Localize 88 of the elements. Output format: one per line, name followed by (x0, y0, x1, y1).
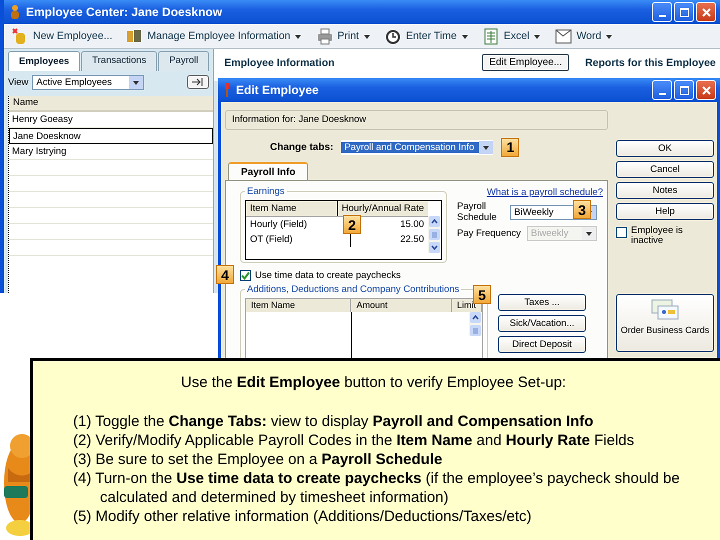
minimize-icon (658, 93, 666, 95)
checkbox-label: Use time data to create paychecks (255, 270, 401, 280)
step-marker: 4 (216, 265, 234, 284)
tab[interactable]: Payroll Info (228, 162, 308, 180)
dropdown-arrow-icon (585, 230, 593, 237)
dropdown-arrow-icon (132, 78, 140, 86)
section-title: Employee Information (224, 57, 336, 69)
edit-employee-button[interactable]: Edit Employee... (482, 54, 570, 71)
close-button[interactable] (696, 80, 716, 100)
check-icon (241, 270, 250, 280)
list-row[interactable]: Jane Doesknow (9, 128, 214, 144)
instruction-text: (5) Modify other relative information (Additions/Deductions/Taxes/etc) (73, 507, 533, 526)
column-header: Name (9, 96, 214, 112)
toolbar-button[interactable]: Print (314, 26, 373, 46)
view-label: View (8, 76, 28, 88)
scroll-thumb-icon (470, 325, 481, 336)
scrollbar[interactable] (428, 216, 441, 253)
help-link[interactable]: What is a payroll schedule? (486, 187, 603, 198)
instruction-text: (1) Toggle the Change Tabs: view to display Payroll and Compensation Info (73, 412, 594, 431)
close-icon (702, 86, 710, 94)
column-header: Item Name (249, 202, 298, 216)
column-header: Amount (351, 299, 452, 312)
step-marker: 2 (343, 215, 361, 234)
tab[interactable]: Employees (8, 51, 80, 71)
toolbar-button[interactable]: Manage Employee Information (124, 26, 304, 46)
dialog-button[interactable]: Notes (616, 182, 714, 199)
instruction-text: (3) Be sure to set the Employee on a Payroll Schedule (73, 450, 444, 469)
scroll-down-icon (429, 242, 440, 253)
tab[interactable]: Transactions (81, 51, 158, 71)
scroll-up-icon (429, 216, 440, 227)
toolbar-button[interactable]: Enter Time (382, 26, 471, 46)
instruction-text: (4) Turn-on the Use time data to create paychecks (if the employee’s paycheck should be calculated and determined by timesheet information) (73, 469, 681, 507)
step-marker: 1 (501, 138, 520, 156)
info-text: Information for: Jane Doesknow (225, 110, 608, 130)
toolbar-button[interactable]: Word (553, 26, 616, 46)
list-row[interactable]: Henry Goeasy (9, 112, 214, 128)
minimize-button[interactable] (652, 2, 672, 22)
envelope-icon (555, 28, 572, 44)
dialog-button[interactable]: Sick/Vacation... (498, 315, 586, 332)
dialog-button[interactable]: Direct Deposit (498, 336, 586, 353)
step-marker: 5 (473, 285, 491, 304)
spreadsheet-icon (482, 28, 500, 44)
list-row[interactable]: Mary Istrying (9, 144, 214, 160)
person-icon (10, 5, 20, 19)
toolbar-button[interactable]: Excel (480, 26, 544, 46)
scroll-up-icon (470, 312, 481, 323)
field-label: Pay Frequency (457, 228, 521, 239)
close-button[interactable] (696, 2, 716, 22)
close-icon (702, 8, 710, 16)
checkbox[interactable] (616, 227, 627, 238)
dialog-title: Edit Employee (236, 83, 320, 97)
maximize-icon (680, 86, 688, 94)
window-title: Employee Center: Jane Doesknow (26, 5, 224, 19)
callout-heading: Use the Edit Employee button to verify Employee Set-up: (180, 373, 568, 392)
maximize-icon (680, 8, 688, 16)
clock-icon (384, 28, 402, 44)
toolbar-button[interactable]: New Employee... (10, 26, 114, 46)
scrollbar[interactable] (469, 312, 482, 336)
group-title: Earnings (245, 186, 286, 197)
collapse-button[interactable] (187, 75, 210, 89)
minimize-button[interactable] (652, 80, 672, 100)
instruction-text: (2) Verify/Modify Applicable Payroll Codes in the Item Name and Hourly Rate Fields (73, 431, 636, 450)
change-tabs-dropdown[interactable]: Payroll and Compensation Info (341, 140, 494, 154)
group-title: Additions, Deductions and Company Contributions (245, 284, 462, 295)
dialog-button[interactable]: OK (616, 140, 714, 157)
table-cell-text: OT (Field) (249, 233, 294, 247)
arrow-to-bar-icon (192, 78, 204, 86)
checkbox[interactable] (240, 270, 251, 280)
dialog-button[interactable]: Help (616, 203, 714, 220)
maximize-button[interactable] (674, 2, 694, 22)
business-cards-icon (650, 299, 680, 321)
column-header: Item Name (246, 299, 352, 312)
table-cell-text: Hourly (Field) (249, 218, 308, 232)
tab[interactable]: Payroll (158, 51, 210, 71)
dialog-button[interactable]: Cancel (616, 161, 714, 178)
field-label: Payroll Schedule (457, 201, 498, 223)
dialog-button[interactable]: Taxes ... (498, 294, 586, 311)
field-label: Change tabs: (270, 142, 334, 152)
view-dropdown[interactable]: Active Employees (32, 74, 144, 90)
dropdown-arrow-icon (482, 144, 490, 150)
scroll-thumb-icon (429, 229, 440, 240)
printer-icon (316, 28, 334, 44)
checkbox-label: Employee is inactive (631, 226, 684, 246)
step-marker: 3 (573, 200, 591, 219)
maximize-button[interactable] (674, 80, 694, 100)
section-title: Reports for this Employee (585, 57, 716, 69)
minimize-icon (658, 15, 666, 17)
order-cards-button[interactable]: Order Business Cards (616, 294, 714, 352)
